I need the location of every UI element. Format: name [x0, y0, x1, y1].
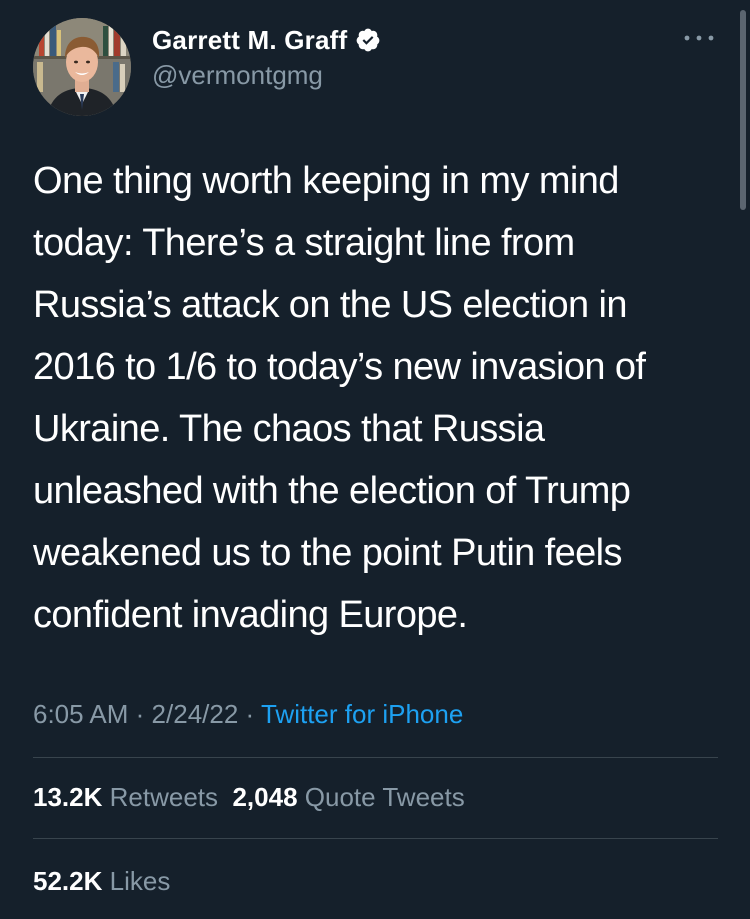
retweets-stat[interactable]: 13.2K Retweets — [33, 782, 218, 812]
tweet-text-line: 2016 to 1/6 to today’s new invasion of — [33, 346, 646, 388]
tweet-metadata: 6:05 AM · 2/24/22 · Twitter for iPhone — [33, 694, 463, 734]
tweet-detail: Garrett M. Graff @vermontgmg One thing w… — [0, 0, 750, 919]
tweet-text-line: Russia’s attack on the US election in — [33, 284, 627, 326]
verified-badge-icon — [355, 27, 381, 53]
likes-stat[interactable]: 52.2K Likes — [33, 866, 170, 896]
likes-count: 52.2K — [33, 866, 103, 896]
tweet-date[interactable]: 2/24/22 — [152, 699, 239, 729]
tweet-source-link[interactable]: Twitter for iPhone — [261, 699, 463, 729]
engagement-stats-row: 13.2K Retweets 2,048 Quote Tweets — [33, 777, 465, 817]
likes-stats-row: 52.2K Likes — [33, 861, 170, 901]
tweet-text-line: Ukraine. The chaos that Russia — [33, 408, 545, 450]
tweet-text-line: today: There’s a straight line from — [33, 222, 575, 264]
tweet-time[interactable]: 6:05 AM — [33, 699, 128, 729]
quote-tweets-label: Quote Tweets — [304, 782, 465, 812]
quote-tweets-stat[interactable]: 2,048 Quote Tweets — [232, 782, 464, 812]
tweet-text-line: confident invading Europe. — [33, 594, 468, 636]
meta-separator: · — [135, 699, 145, 729]
avatar[interactable] — [33, 18, 131, 116]
tweet-text: One thing worth keeping in my mind today… — [33, 150, 733, 646]
divider — [33, 838, 718, 839]
likes-label: Likes — [109, 866, 171, 896]
quote-tweets-count: 2,048 — [232, 782, 298, 812]
retweets-count: 13.2K — [33, 782, 103, 812]
tweet-text-line: unleashed with the election of Trump — [33, 470, 631, 512]
meta-separator: · — [245, 699, 255, 729]
divider — [33, 757, 718, 758]
more-options-icon[interactable] — [679, 28, 719, 48]
scrollbar[interactable] — [740, 10, 746, 210]
retweets-label: Retweets — [109, 782, 219, 812]
author-handle[interactable]: @vermontgmg — [152, 60, 323, 91]
author-display-name[interactable]: Garrett M. Graff — [152, 25, 347, 56]
tweet-text-line: weakened us to the point Putin feels — [33, 532, 623, 574]
tweet-text-line: One thing worth keeping in my mind — [33, 160, 619, 202]
author-name-row[interactable]: Garrett M. Graff — [152, 22, 381, 58]
